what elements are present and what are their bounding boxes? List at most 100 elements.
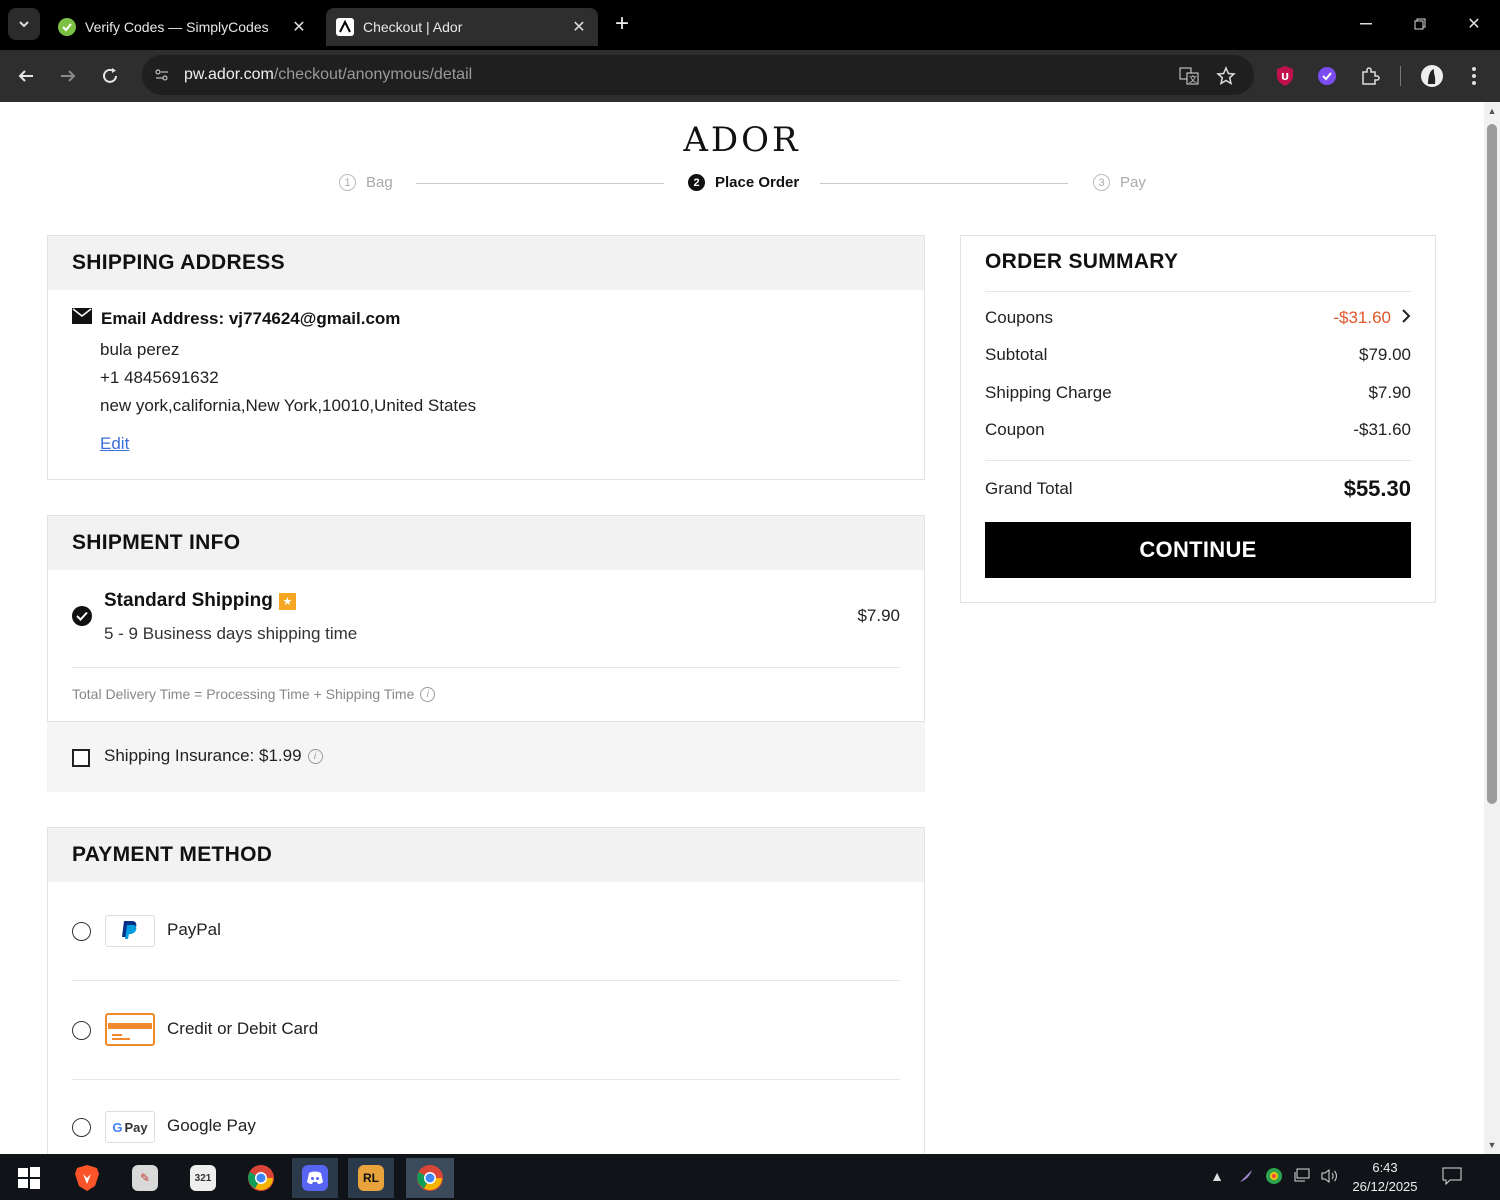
back-arrow-icon[interactable] (10, 60, 42, 92)
selected-check-icon[interactable] (72, 606, 92, 626)
edit-address-link[interactable]: Edit (100, 434, 129, 454)
scroll-down-arrow-icon[interactable]: ▼ (1484, 1136, 1500, 1154)
card-radio[interactable] (72, 1021, 91, 1040)
divider (985, 460, 1411, 461)
address-bar[interactable]: pw.ador.com/checkout/anonymous/detail 文 (142, 55, 1254, 95)
step-place-order: 2 Place Order (688, 174, 799, 191)
google-pay-label: Google Pay (167, 1116, 256, 1135)
site-settings-icon[interactable] (152, 65, 172, 85)
paint-app-icon[interactable]: ✎ (122, 1158, 168, 1198)
payment-option-paypal[interactable]: PayPal (72, 900, 900, 960)
url-text: pw.ador.com/checkout/anonymous/detail (184, 66, 473, 83)
brand-logo[interactable]: ADOR (0, 120, 1484, 160)
google-pay-icon: G Pay (105, 1111, 155, 1143)
recipient-name: bula perez (100, 340, 180, 359)
calendar-321-icon[interactable]: 321 (180, 1158, 226, 1198)
forward-arrow-icon[interactable] (52, 60, 84, 92)
scroll-thumb[interactable] (1487, 124, 1497, 804)
continue-button[interactable]: CONTINUE (985, 522, 1411, 578)
google-pay-radio[interactable] (72, 1118, 91, 1137)
grand-total-value: $55.30 (1343, 476, 1411, 501)
tab-ador-checkout[interactable]: Checkout | Ador ✕ (326, 8, 598, 46)
shipping-method-price: $7.90 (857, 606, 900, 625)
payment-method-heading: PAYMENT METHOD (48, 828, 924, 882)
tab-search-chevron-icon[interactable] (8, 8, 40, 40)
shipping-method-desc: 5 - 9 Business days shipping time (104, 624, 358, 643)
paypal-label: PayPal (167, 920, 221, 939)
browser-tab-bar: Verify Codes — SimplyCodes ✕ Checkout | … (0, 0, 1500, 50)
bookmark-star-icon[interactable] (1215, 65, 1237, 87)
toolbar-divider (1400, 66, 1401, 86)
star-badge-icon: ★ (278, 592, 296, 610)
info-icon[interactable]: i (420, 686, 436, 702)
divider (72, 667, 900, 668)
info-icon[interactable]: i (307, 748, 323, 764)
step-pay: 3 Pay (1093, 174, 1146, 191)
card-label: Credit or Debit Card (167, 1019, 319, 1038)
divider (72, 1079, 900, 1080)
email-row: Email Address: vj774624@gmail.com (72, 308, 400, 329)
svg-text:U: U (1281, 72, 1289, 83)
browser-menu-kebab-icon[interactable] (1460, 62, 1488, 90)
paypal-icon (105, 915, 155, 947)
tray-chevron-up-icon[interactable]: ▲ (1205, 1164, 1229, 1188)
shipping-insurance-row: Shipping Insurance: $1.99 i (47, 722, 925, 792)
coupons-row[interactable]: Coupons -$31.60 (985, 308, 1411, 328)
page-scrollbar[interactable]: ▲ ▼ (1484, 102, 1500, 1154)
system-clock[interactable]: 6:43 26/12/2025 (1340, 1158, 1430, 1196)
extensions-puzzle-icon[interactable] (1356, 62, 1384, 90)
divider (72, 980, 900, 981)
divider (985, 291, 1411, 292)
checkout-page: ADOR 1 Bag 2 Place Order 3 Pay SHIPPING … (0, 102, 1484, 1154)
simplycodes-favicon-icon (58, 18, 76, 36)
shipping-charge-row: Shipping Charge $7.90 (985, 383, 1411, 402)
chrome-icon[interactable] (238, 1158, 284, 1198)
payment-option-google-pay[interactable]: G Pay Google Pay (72, 1098, 900, 1154)
step-bag[interactable]: 1 Bag (339, 174, 393, 191)
svg-text:文: 文 (1189, 74, 1197, 84)
tray-feather-icon[interactable] (1234, 1164, 1258, 1188)
reload-icon[interactable] (94, 60, 126, 92)
recipient-address: new york,california,New York,10010,Unite… (100, 396, 477, 415)
step-connector (820, 183, 1068, 184)
network-icon[interactable] (1290, 1164, 1314, 1188)
notifications-icon[interactable] (1438, 1164, 1466, 1188)
tab-close-icon[interactable]: ✕ (290, 17, 308, 37)
translate-icon[interactable]: 文 (1178, 65, 1200, 87)
shipping-insurance-checkbox[interactable] (72, 749, 90, 767)
checkout-steps: 1 Bag 2 Place Order 3 Pay (0, 172, 1484, 196)
windows-taskbar: ✎ 321 RL ▲ 6:43 26/12/2025 (0, 1154, 1500, 1200)
tab-title: Verify Codes — SimplyCodes (85, 19, 269, 35)
restore-icon[interactable] (1400, 8, 1440, 40)
discord-icon[interactable] (292, 1158, 338, 1198)
shipping-insurance-label: Shipping Insurance: $1.99 i (104, 746, 323, 766)
ublock-shield-icon[interactable]: U (1271, 62, 1299, 90)
volume-icon[interactable] (1318, 1164, 1342, 1188)
shipping-address-heading: SHIPPING ADDRESS (48, 236, 924, 290)
payment-method-card: PAYMENT METHOD PayPal Credit or Debit Ca… (47, 827, 925, 1154)
ador-favicon-icon (336, 18, 354, 36)
envelope-icon (72, 308, 92, 329)
window-close-icon[interactable]: ✕ (1454, 8, 1494, 40)
brave-browser-icon[interactable] (64, 1158, 110, 1198)
chevron-right-icon[interactable] (1401, 308, 1411, 328)
windows-start-icon[interactable] (6, 1158, 52, 1198)
tab-simplycodes[interactable]: Verify Codes — SimplyCodes ✕ (48, 8, 318, 46)
tray-colorful-icon[interactable] (1262, 1164, 1286, 1188)
paypal-radio[interactable] (72, 922, 91, 941)
chrome-active-window-icon[interactable] (406, 1158, 454, 1198)
profile-avatar-icon[interactable] (1418, 62, 1446, 90)
payment-option-card[interactable]: Credit or Debit Card (72, 999, 900, 1059)
new-tab-plus-icon[interactable]: + (608, 10, 636, 38)
shipping-address-card: SHIPPING ADDRESS Email Address: vj774624… (47, 235, 925, 480)
minimize-icon[interactable] (1346, 8, 1386, 40)
scroll-up-arrow-icon[interactable]: ▲ (1484, 102, 1500, 120)
step-connector (416, 183, 664, 184)
browser-toolbar: pw.ador.com/checkout/anonymous/detail 文 … (0, 50, 1500, 102)
rl-app-icon[interactable]: RL (348, 1158, 394, 1198)
shipment-info-heading: SHIPMENT INFO (48, 516, 924, 570)
tab-title: Checkout | Ador (363, 19, 463, 35)
extension-purple-icon[interactable] (1313, 62, 1341, 90)
subtotal-row: Subtotal $79.00 (985, 345, 1411, 364)
tab-close-icon[interactable]: ✕ (570, 17, 588, 37)
